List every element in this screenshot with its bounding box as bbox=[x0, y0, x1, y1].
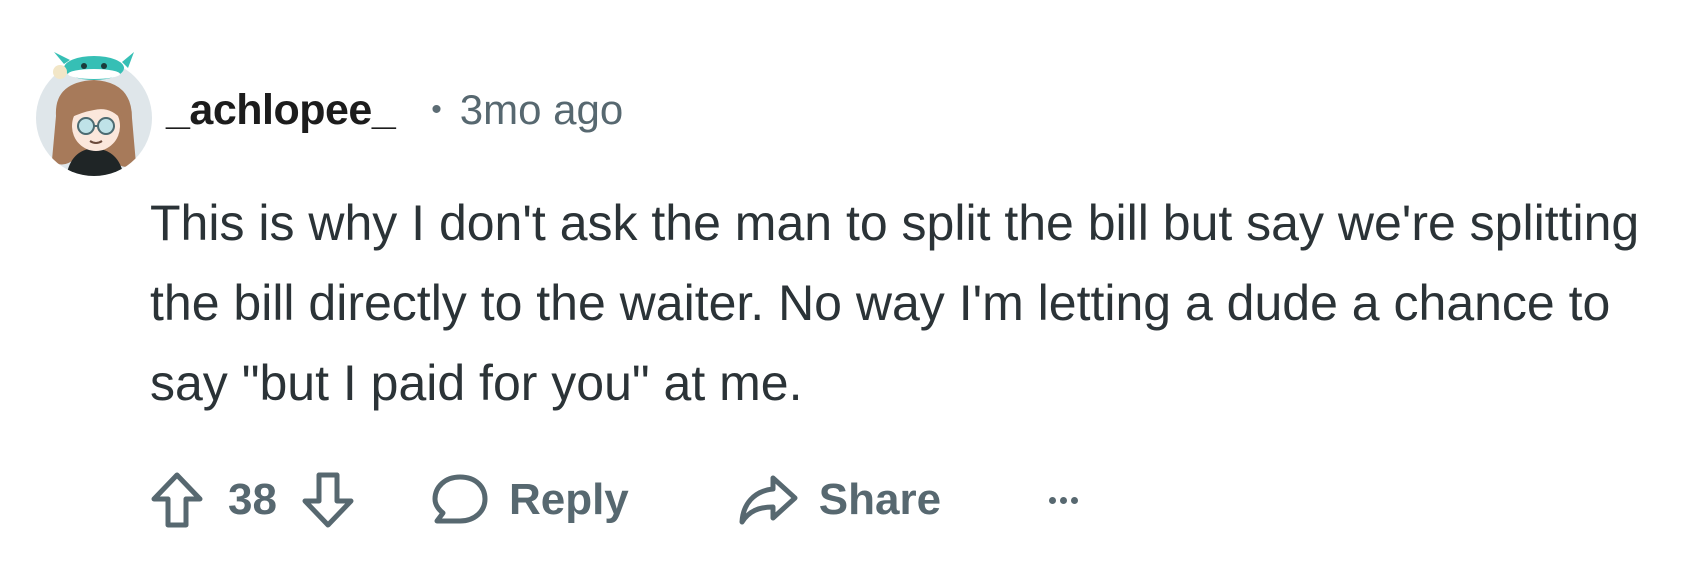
comment-body: This is why I don't ask the man to split… bbox=[150, 195, 1640, 411]
upvote-arrow-icon[interactable] bbox=[150, 471, 204, 529]
share-arrow-icon bbox=[737, 472, 799, 528]
share-label: Share bbox=[818, 475, 942, 524]
avatar-icon bbox=[36, 52, 152, 176]
speech-bubble-icon bbox=[431, 472, 489, 528]
comment: _achlopee_ • 3mo ago This is why I don't… bbox=[0, 0, 1694, 572]
meta-separator: • bbox=[431, 93, 442, 126]
dot bbox=[1071, 496, 1079, 504]
username[interactable]: _achlopee_ bbox=[166, 86, 396, 135]
comment-actions: 38 Reply Share bbox=[150, 460, 1079, 540]
share-button[interactable]: Share bbox=[737, 472, 941, 528]
dot bbox=[1049, 496, 1057, 504]
ellipsis-icon[interactable] bbox=[1049, 480, 1079, 520]
reply-button[interactable]: Reply bbox=[431, 472, 629, 528]
downvote-arrow-icon[interactable] bbox=[301, 471, 355, 529]
comment-meta: _achlopee_ • 3mo ago bbox=[166, 78, 623, 142]
timestamp[interactable]: 3mo ago bbox=[460, 86, 623, 134]
avatar[interactable] bbox=[36, 46, 164, 178]
reply-label: Reply bbox=[508, 475, 629, 524]
vote-count: 38 bbox=[228, 475, 277, 524]
dot bbox=[1060, 496, 1068, 504]
